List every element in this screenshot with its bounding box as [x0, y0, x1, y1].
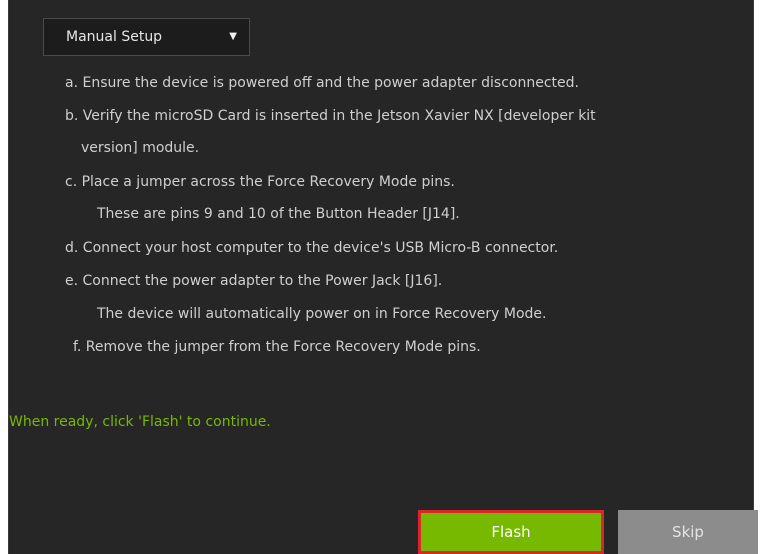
instruction-line: These are pins 9 and 10 of the Button He… — [97, 206, 460, 222]
instruction-line: d. Connect your host computer to the dev… — [65, 240, 559, 256]
instruction-line: a. Ensure the device is powered off and … — [65, 75, 579, 91]
flash-panel: Manual Setup ▼ a. Ensure the device is p… — [8, 0, 758, 554]
instruction-line: version] module. — [81, 140, 200, 156]
ready-prompt: When ready, click 'Flash' to continue. — [9, 414, 271, 430]
flash-button[interactable]: Flash — [418, 510, 604, 554]
instruction-line: The device will automatically power on i… — [97, 306, 547, 322]
skip-button[interactable]: Skip — [618, 510, 758, 554]
instruction-line: b. Verify the microSD Card is inserted i… — [65, 108, 596, 124]
setup-mode-value: Manual Setup — [66, 29, 163, 45]
caret-down-icon: ▼ — [229, 31, 237, 42]
instruction-line: f. Remove the jumper from the Force Reco… — [73, 339, 481, 355]
instruction-line: c. Place a jumper across the Force Recov… — [65, 174, 455, 190]
instruction-line: e. Connect the power adapter to the Powe… — [65, 273, 443, 289]
setup-mode-dropdown[interactable]: Manual Setup ▼ — [43, 18, 250, 56]
